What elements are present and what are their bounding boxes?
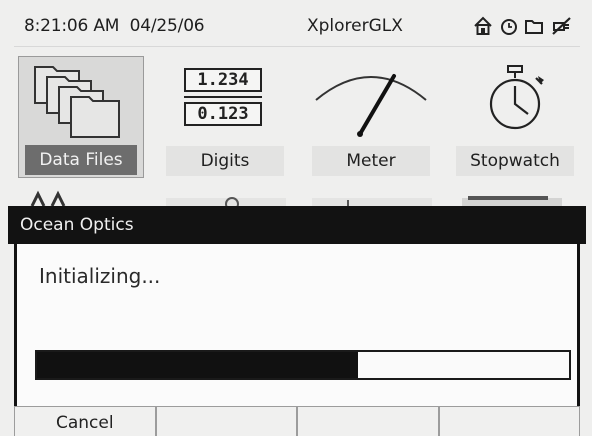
progress-bar: [35, 350, 571, 380]
dialog-title-bar: Ocean Optics: [8, 206, 586, 244]
tile-label: Stopwatch: [456, 146, 574, 176]
tile-label: Digits: [166, 146, 284, 176]
dialog-title: Ocean Optics: [20, 215, 134, 235]
tile-label: Meter: [312, 146, 430, 176]
device-title: XplorerGLX: [307, 16, 403, 36]
glx-screen: 8:21:06 AM 04/25/06 XplorerGLX Data File…: [0, 0, 592, 436]
softkey-bar: Cancel: [14, 406, 580, 436]
tile-row2-peek-4: [458, 184, 578, 206]
stopwatch-icon: [452, 56, 578, 144]
tile-stopwatch[interactable]: Stopwatch: [452, 56, 578, 178]
data-files-icon: [19, 57, 145, 145]
softkey-2[interactable]: [155, 406, 297, 436]
folder-icon[interactable]: [524, 15, 544, 41]
datetime-readout: 8:21:06 AM 04/25/06: [24, 16, 205, 36]
status-icons: [472, 15, 574, 41]
dialog-message: Initializing...: [39, 264, 161, 288]
tile-row2-peek-1: [24, 184, 104, 207]
no-power-icon: [550, 15, 574, 41]
tile-label: Data Files: [25, 145, 137, 175]
digits-divider: [184, 96, 262, 98]
digits-icon: 1.234 0.123: [162, 56, 288, 144]
tile-data-files[interactable]: Data Files: [18, 56, 144, 178]
status-bar: 8:21:06 AM 04/25/06 XplorerGLX: [14, 8, 580, 47]
tile-meter[interactable]: Meter: [308, 56, 434, 178]
tile-digits[interactable]: 1.234 0.123 Digits: [162, 56, 288, 178]
digits-readout-top: 1.234: [184, 68, 262, 92]
cancel-button[interactable]: Cancel: [14, 406, 156, 436]
dialog-body: Initializing...: [14, 244, 580, 406]
time-text: 8:21:06 AM: [24, 16, 120, 36]
tile-row2-peek-3: [312, 184, 432, 206]
digits-readout-bottom: 0.123: [184, 102, 262, 126]
date-text: 04/25/06: [129, 16, 205, 36]
softkey-4[interactable]: [438, 406, 580, 436]
meter-icon: [308, 56, 434, 144]
clock-icon[interactable]: [500, 15, 518, 41]
progress-fill: [37, 352, 359, 378]
home-icon[interactable]: [472, 15, 494, 41]
softkey-3[interactable]: [297, 406, 439, 436]
tile-row2-peek-2: [166, 184, 286, 211]
